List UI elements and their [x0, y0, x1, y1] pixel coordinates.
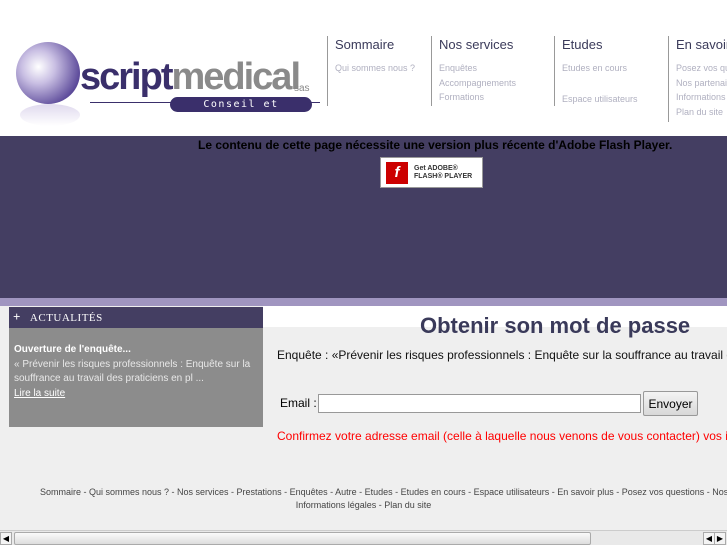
email-input[interactable] [318, 394, 641, 413]
flash-line2: FLASH® PLAYER [414, 172, 473, 180]
nav-col-etudes: Etudes Etudes en cours Espace utilisateu… [554, 36, 638, 106]
nav-heading[interactable]: En savoir plus [676, 37, 727, 52]
nav-heading[interactable]: Sommaire [335, 37, 415, 52]
send-button[interactable]: Envoyer [643, 391, 698, 416]
news-item-title: Ouverture de l'enquête... [14, 344, 131, 355]
read-more-link[interactable]: Lire la suite [14, 388, 65, 399]
logo-tagline: Conseil et Formation [170, 97, 312, 125]
footer: Sommaire - Qui sommes nous ? - Nos servi… [0, 486, 727, 512]
nav-link[interactable]: Nos partenaires [676, 76, 727, 91]
nav-link[interactable]: Plan du site [676, 105, 727, 120]
nav-heading[interactable]: Nos services [439, 37, 516, 52]
news-header[interactable]: + ACTUALITÉS [9, 307, 263, 328]
logo-orb-icon [16, 42, 80, 104]
news-panel: + ACTUALITÉS Ouverture de l'enquête... « … [9, 307, 263, 427]
news-item-text: « Prévenir les risques professionnels : … [14, 358, 251, 385]
nav-heading[interactable]: Etudes [562, 37, 638, 52]
divider-band [0, 298, 727, 306]
nav-link[interactable]: Formations [439, 90, 516, 105]
nav-link[interactable]: Accompagnements [439, 76, 516, 91]
scroll-right-icon[interactable]: ▶ [714, 532, 726, 545]
logo-reflection [20, 104, 80, 126]
nav-col-services: Nos services Enquêtes Accompagnements Fo… [431, 36, 516, 106]
plus-icon: + [13, 309, 21, 324]
nav-link[interactable]: Espace utilisateurs [562, 92, 638, 107]
survey-intro: Enquête : «Prévenir les risques professi… [277, 348, 727, 362]
page-title: Obtenir son mot de passe [420, 313, 691, 338]
horizontal-scrollbar[interactable]: ◀ ◀ ▶ [0, 530, 727, 545]
footer-links-2[interactable]: Informations légales - Plan du site [0, 499, 727, 512]
nav-col-sommaire: Sommaire Qui sommes nous ? [327, 36, 415, 106]
scroll-thumb[interactable] [14, 532, 591, 545]
nav-spacer [562, 76, 638, 92]
news-title: ACTUALITÉS [29, 312, 103, 324]
nav-link[interactable]: Qui sommes nous ? [335, 61, 415, 76]
logo-suffix: sas [294, 83, 310, 94]
flash-line1: Get ADOBE® [414, 164, 458, 172]
flash-button-text: Get ADOBE® FLASH® PLAYER [414, 165, 472, 181]
email-label: Email : [280, 396, 317, 410]
nav-link[interactable]: Enquêtes [439, 61, 516, 76]
nav-link[interactable]: Informations légales [676, 90, 727, 105]
flash-banner [0, 136, 727, 298]
nav-col-en-savoir-plus: En savoir plus Posez vos questions Nos p… [668, 36, 727, 122]
flash-message: Le contenu de cette page nécessite une v… [198, 138, 673, 152]
nav-link[interactable]: Etudes en cours [562, 61, 638, 76]
get-flash-player-button[interactable]: f Get ADOBE® FLASH® PLAYER [380, 157, 483, 188]
nav-link[interactable]: Posez vos questions [676, 61, 727, 76]
flash-icon: f [386, 161, 408, 184]
scriptmedical-logo[interactable]: scriptmedical sas Conseil et Formation [10, 36, 320, 131]
footer-links[interactable]: Sommaire - Qui sommes nous ? - Nos servi… [40, 486, 727, 499]
scroll-left-icon[interactable]: ◀ [0, 532, 12, 545]
logo-wordmark: scriptmedical [80, 56, 301, 98]
confirm-message: Confirmez votre adresse email (celle à l… [277, 429, 727, 443]
header: scriptmedical sas Conseil et Formation S… [0, 0, 727, 136]
